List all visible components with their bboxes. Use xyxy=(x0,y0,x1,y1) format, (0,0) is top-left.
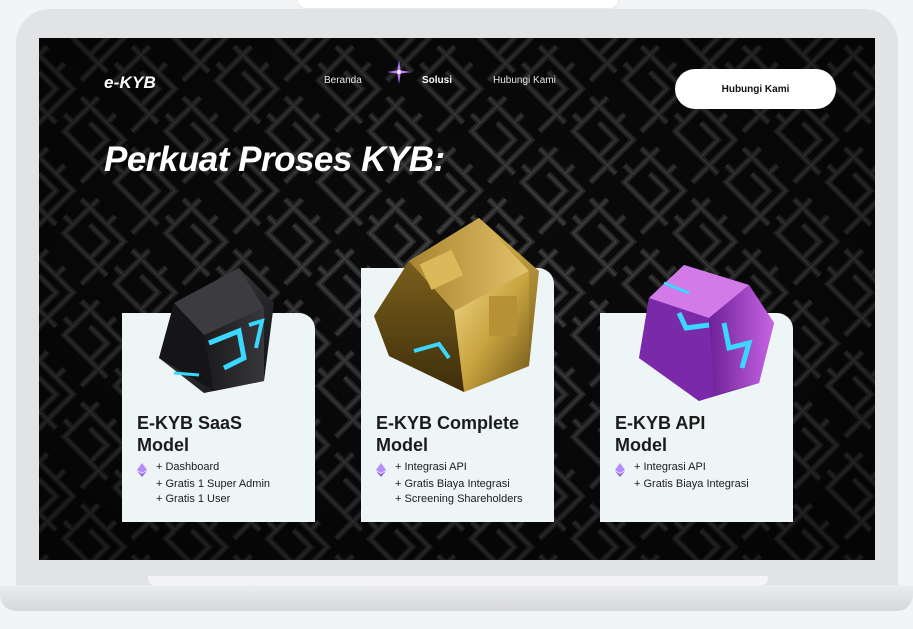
card-title-line-2: Model xyxy=(615,435,667,455)
brand-logo[interactable]: e-KYB xyxy=(104,73,156,93)
nav-link-hubungi-kami[interactable]: Hubungi Kami xyxy=(493,75,556,86)
card-title-line-1: E-KYB SaaS xyxy=(137,413,243,433)
card-feature: + Dashboard xyxy=(156,461,220,473)
card-feature: + Gratis 1 User xyxy=(156,493,231,505)
laptop-base xyxy=(0,585,913,611)
card-feature: + Integrasi API xyxy=(395,461,467,473)
card-title: E-KYB SaaS Model xyxy=(137,412,317,456)
card-title-line-1: E-KYB API xyxy=(615,413,706,433)
nav-link-solusi[interactable]: Solusi xyxy=(422,75,452,86)
card-feature: + Screening Shareholders xyxy=(395,493,523,505)
card-feature: + Gratis Biaya Integrasi xyxy=(634,478,749,490)
card-title: E-KYB API Model xyxy=(615,412,795,456)
card-feature: + Gratis 1 Super Admin xyxy=(156,478,271,490)
ethereum-gem-icon xyxy=(376,463,386,477)
purple-cube-icon xyxy=(639,265,774,401)
nav-link-beranda[interactable]: Beranda xyxy=(324,75,362,86)
ethereum-gem-icon xyxy=(615,463,625,477)
gold-cube-icon xyxy=(374,218,539,392)
card-title: E-KYB Complete Model xyxy=(376,412,556,456)
laptop-screen: e-KYB Beranda Solusi Hubungi Kami Hubung… xyxy=(39,38,875,560)
card-title-line-2: Model xyxy=(376,435,428,455)
card-title-line-2: Model xyxy=(137,435,189,455)
card-title-line-1: E-KYB Complete xyxy=(376,413,520,433)
ethereum-gem-icon xyxy=(137,463,147,477)
black-cube-icon xyxy=(159,268,274,393)
sparkle-icon xyxy=(387,60,411,84)
hero-title: Perkuat Proses KYB: xyxy=(104,140,445,179)
laptop-camera-notch xyxy=(298,0,618,8)
card-feature: + Gratis Biaya Integrasi xyxy=(395,478,510,490)
card-feature: + Integrasi API xyxy=(634,461,706,473)
contact-us-button[interactable]: Hubungi Kami xyxy=(675,69,836,109)
